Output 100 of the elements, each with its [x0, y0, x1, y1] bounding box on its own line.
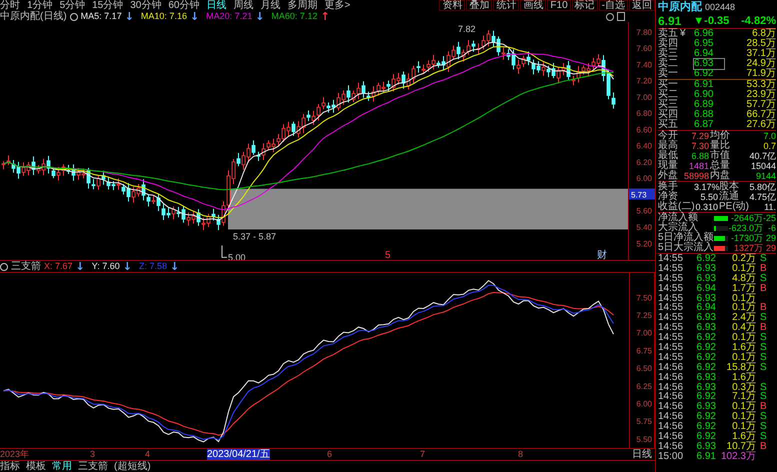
period-tab[interactable]: 1分钟 [27, 0, 53, 11]
stat-label: 现量 [658, 161, 679, 171]
axis-label: 5.40 [636, 223, 652, 232]
trade-price: 6.92 [696, 333, 716, 344]
trade-time: 14:55 [658, 333, 684, 344]
axis-label: 6.25 [636, 382, 652, 392]
trade-side: S [760, 312, 767, 324]
order-price: 6.89 [694, 100, 714, 110]
period-tab[interactable]: 15分钟 [92, 0, 124, 11]
period-tab[interactable]: 30分钟 [130, 0, 162, 11]
circle-icon[interactable] [606, 12, 614, 20]
trade-volume: 0.3万 [731, 382, 756, 392]
flow-label: 大宗流入 [658, 223, 698, 233]
toolbar-button[interactable]: 画线 [520, 0, 546, 11]
last-price: 6.91 [658, 14, 682, 28]
toolbar-button[interactable]: 叠加 [466, 0, 492, 11]
axis-label: 5.20 [636, 239, 652, 248]
trade-side: S [760, 253, 767, 264]
axis-label: 7.60 [636, 44, 652, 54]
stat-value: 1481 [688, 161, 709, 171]
order-price: 6.94 [694, 49, 714, 59]
trade-volume: 0.1万 [731, 333, 756, 344]
order-price: 6.87 [694, 120, 714, 130]
trend-arrow: ↑ [320, 11, 330, 22]
period-tab[interactable]: 周线 [234, 0, 254, 11]
order-volume: 66.7万 [746, 110, 776, 120]
period-tab[interactable]: 60分钟 [168, 0, 200, 11]
trade-price: 6.92 [696, 352, 716, 363]
period-tab[interactable]: 多周期 [288, 0, 318, 11]
trade-side: B [760, 401, 767, 412]
trade-volume: 0.1万 [732, 352, 756, 363]
trade-side: B [760, 322, 767, 334]
order-volume: 37.1万 [746, 49, 776, 59]
trend-arrow: ↓ [170, 261, 180, 272]
trade-time: 14:55 [658, 274, 684, 284]
trade-side: S [760, 431, 767, 442]
ma-value: MA20: 7.21 [206, 11, 252, 22]
indicator-name: 三支箭 [11, 261, 41, 272]
toolbar-button[interactable]: F10 [547, 0, 571, 11]
axis-label: 7.00 [636, 328, 652, 338]
stat-value: 0.310 [695, 202, 718, 212]
trend-arrow: ↓ [124, 11, 134, 22]
trade-price: 6.93 [696, 274, 716, 284]
order-volume: 53.3万 [746, 80, 776, 90]
trade-time: 14:55 [658, 313, 684, 324]
toolbar-button[interactable]: -自选 [598, 0, 628, 11]
order-level-label: 买一 [658, 80, 679, 90]
order-volume: 24.9万 [746, 59, 776, 69]
indicator-tab[interactable]: (超短线) [114, 461, 151, 472]
trade-volume: 0.1万 [731, 294, 756, 304]
stat-value: 7.30 [690, 141, 709, 151]
order-level-label: 买二 [658, 90, 679, 100]
indicator-tab[interactable]: 三支箭 [78, 461, 108, 472]
price-annotation: 5.37 - 5.87 [233, 231, 276, 242]
stat-label: 换手 [658, 182, 679, 192]
indicator-tab[interactable]: 指标 [0, 461, 20, 472]
trade-volume: 2.4万 [731, 313, 756, 324]
trade-side: B [760, 440, 767, 452]
event-mark[interactable]: 财 [597, 250, 607, 260]
toolbar-button[interactable]: 标记 [572, 0, 598, 11]
trade-time: 14:55 [658, 343, 684, 353]
indicator-tab[interactable]: 常用 [52, 461, 72, 472]
trade-time: 14:55 [658, 254, 684, 264]
trade-side: S [760, 332, 767, 344]
period-label: 日线 [632, 449, 652, 460]
trade-time: 14:55 [658, 264, 684, 274]
period-tab[interactable]: 5分钟 [60, 0, 86, 11]
stat-value: 5.80亿 [748, 182, 776, 192]
trade-price: 6.92 [696, 343, 716, 353]
event-mark[interactable]: 5 [385, 250, 391, 260]
trade-price: 6.93 [696, 372, 716, 383]
stat-value: 5.50 [699, 192, 718, 202]
indicator-tab[interactable]: 模板 [26, 461, 46, 472]
order-volume: 27.6万 [746, 120, 776, 130]
axis-label: 6.80 [636, 109, 652, 118]
toolbar-button[interactable]: 返回 [629, 0, 655, 11]
trade-price: 6.92 [696, 362, 716, 373]
period-tab[interactable]: 更多> [324, 0, 350, 11]
square-icon[interactable] [617, 12, 625, 21]
trade-price: 6.92 [696, 432, 716, 442]
period-tab[interactable]: 分时 [0, 0, 20, 11]
stat-value: 9144 [754, 171, 776, 181]
trade-side: S [760, 411, 767, 422]
axis-label: 7.40 [636, 60, 652, 70]
trend-arrow: ↓ [122, 261, 132, 272]
order-level-label: 卖四 [658, 39, 679, 49]
period-tab[interactable]: 日线 [206, 0, 226, 11]
trade-volume: 0.1万 [731, 422, 756, 432]
toolbar-button[interactable]: 资料 [439, 0, 466, 11]
axis-label: 7.00 [636, 92, 652, 102]
trade-volume: 1.6万 [731, 372, 756, 383]
stat-label: 最低 [658, 151, 679, 161]
period-tab[interactable]: 月线 [260, 0, 280, 11]
trade-volume: 1.6万 [732, 432, 756, 442]
trade-volume: 102.3万 [720, 452, 756, 462]
trade-volume: 4.8万 [731, 274, 756, 284]
trade-side: S [760, 362, 767, 373]
axis-label: 6.40 [636, 142, 652, 151]
trade-time: 14:56 [658, 412, 684, 422]
trade-price: 6.91 [696, 452, 716, 462]
